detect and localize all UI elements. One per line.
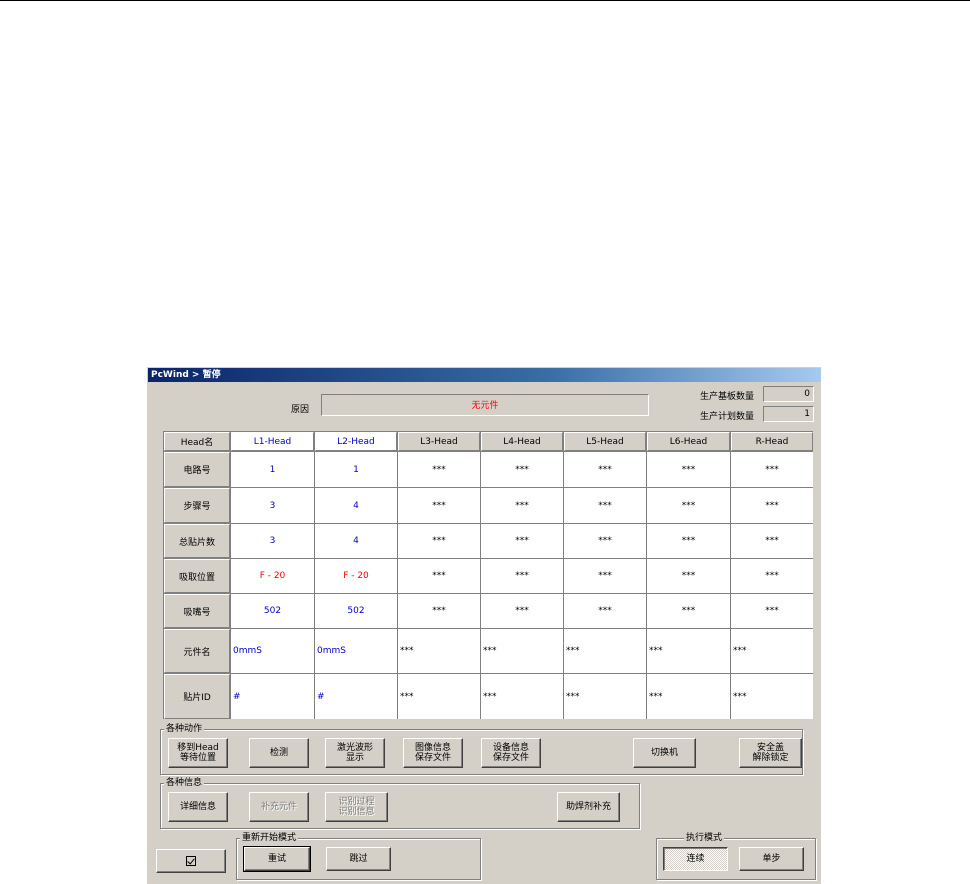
table-cell: *** [564, 452, 646, 487]
skip-button[interactable]: 跳过 [326, 847, 391, 871]
table-cell: *** [647, 452, 730, 487]
info-group-title: 各种信息 [164, 778, 205, 788]
table-cell: *** [481, 524, 563, 558]
row-header: 吸取位置 [164, 559, 230, 593]
top-border-line [0, 0, 970, 1]
table-cell: *** [564, 674, 646, 719]
table-cell: F - 20 [231, 559, 314, 593]
head-column-header[interactable]: L2-Head [315, 432, 397, 451]
detail-info-button[interactable]: 详细信息 [168, 792, 228, 822]
unlock-cover-button[interactable]: 安全盖 解除锁定 [739, 738, 802, 768]
table-cell: *** [731, 559, 813, 593]
table-cell: *** [481, 452, 563, 487]
row-header: 电路号 [164, 452, 230, 487]
reason-label: 原因 [291, 405, 310, 415]
table-cell: *** [731, 629, 813, 673]
head-column-header[interactable]: L5-Head [564, 432, 646, 451]
continuous-mode-button[interactable]: 连续 [663, 847, 728, 871]
table-cell: 3 [231, 524, 314, 558]
checkbox-icon [186, 856, 196, 866]
table-cell: *** [731, 452, 813, 487]
table-cell: *** [481, 629, 563, 673]
image-info-save-button[interactable]: 图像信息 保存文件 [403, 738, 463, 768]
table-cell: *** [647, 488, 730, 523]
head-column-header[interactable]: L6-Head [647, 432, 730, 451]
table-cell: 4 [315, 524, 397, 558]
table-cell: *** [398, 524, 480, 558]
table-cell: *** [481, 674, 563, 719]
table-cell: *** [398, 559, 480, 593]
reason-value: 无元件 [471, 401, 499, 411]
table-cell: *** [731, 488, 813, 523]
table-cell: *** [564, 488, 646, 523]
head-name-header: Head名 [164, 432, 230, 451]
table-cell: *** [481, 594, 563, 628]
row-header: 吸嘴号 [164, 594, 230, 628]
table-cell: *** [647, 674, 730, 719]
plan-count-value: 1 [763, 406, 814, 422]
flux-replenish-button[interactable]: 助焊剂补充 [557, 792, 620, 822]
table-cell: 502 [315, 594, 397, 628]
boards-count-value: 0 [763, 386, 814, 402]
reason-field: 无元件 [321, 394, 649, 416]
table-cell: 1 [315, 452, 397, 487]
row-header: 总贴片数 [164, 524, 230, 558]
table-cell: *** [398, 488, 480, 523]
table-cell: F - 20 [315, 559, 397, 593]
laser-waveform-button[interactable]: 激光波形 显示 [325, 738, 385, 768]
table-cell: *** [564, 594, 646, 628]
table-cell: # [231, 674, 314, 719]
table-cell: *** [481, 559, 563, 593]
table-cell: *** [647, 594, 730, 628]
actions-group-title: 各种动作 [164, 724, 205, 734]
restart-mode-title: 重新开始模式 [240, 833, 299, 843]
table-cell: 4 [315, 488, 397, 523]
move-head-button[interactable]: 移到Head 等待位置 [168, 738, 228, 768]
table-cell: *** [398, 594, 480, 628]
row-header: 贴片ID [164, 674, 230, 719]
table-cell: 3 [231, 488, 314, 523]
row-header: 步骤号 [164, 488, 230, 523]
recognition-info-button[interactable]: 识别过程 识别信息 [325, 792, 388, 822]
window-title: PcWind > 暂停 [148, 368, 821, 382]
table-cell: *** [564, 559, 646, 593]
row-header: 元件名 [164, 629, 230, 673]
device-info-save-button[interactable]: 设备信息 保存文件 [481, 738, 541, 768]
table-cell: 0mmS [231, 629, 314, 673]
boards-count-label: 生产基板数量 [700, 392, 755, 402]
table-cell: 0mmS [315, 629, 397, 673]
table-cell: 1 [231, 452, 314, 487]
head-column-header[interactable]: L4-Head [481, 432, 563, 451]
table-cell: 502 [231, 594, 314, 628]
table-cell: *** [481, 488, 563, 523]
table-cell: *** [398, 452, 480, 487]
table-cell: *** [564, 629, 646, 673]
table-cell: *** [564, 524, 646, 558]
single-step-button[interactable]: 单步 [739, 847, 804, 871]
exec-mode-title: 执行模式 [684, 833, 725, 843]
head-info-table: Head名 L1-Head L2-Head L3-Head L4-Head L5-Head… [163, 431, 813, 719]
head-column-header[interactable]: R-Head [731, 432, 813, 451]
retry-button[interactable]: 重试 [243, 846, 311, 872]
confirm-button[interactable] [156, 849, 226, 873]
head-column-header[interactable]: L1-Head [231, 432, 314, 451]
table-cell: *** [731, 674, 813, 719]
table-cell: *** [647, 629, 730, 673]
table-cell: *** [731, 524, 813, 558]
table-cell: *** [398, 629, 480, 673]
table-cell: *** [731, 594, 813, 628]
switch-machine-button[interactable]: 切换机 [633, 738, 696, 768]
check-button[interactable]: 检测 [249, 738, 309, 768]
table-cell: # [315, 674, 397, 719]
supplement-component-button[interactable]: 补充元件 [249, 792, 309, 822]
table-cell: *** [398, 674, 480, 719]
table-cell: *** [647, 524, 730, 558]
table-cell: *** [647, 559, 730, 593]
pause-dialog: PcWind > 暂停 原因 无元件 生产基板数量 0 生产计划数量 1 Hea… [147, 367, 821, 884]
plan-count-label: 生产计划数量 [700, 412, 755, 422]
head-column-header[interactable]: L3-Head [398, 432, 480, 451]
